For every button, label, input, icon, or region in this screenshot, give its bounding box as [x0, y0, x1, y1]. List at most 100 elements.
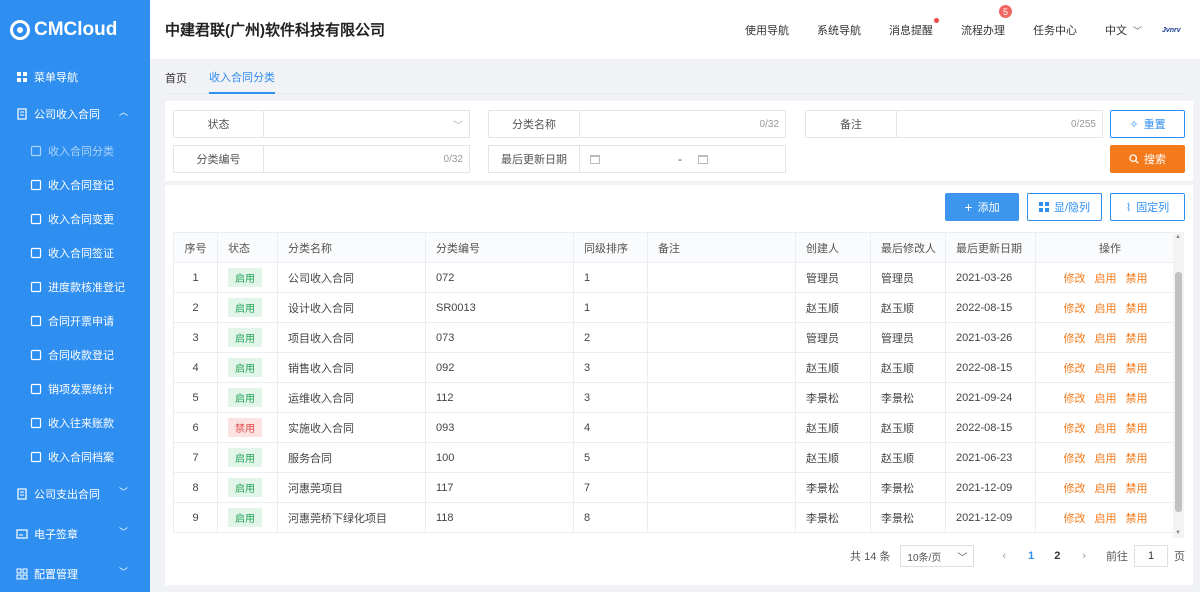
sidebar-subitem-8[interactable]: 收入往来账款 — [0, 406, 150, 440]
enable-link[interactable]: 启用 — [1095, 423, 1117, 435]
scroll-up-icon[interactable]: ▲ — [1175, 234, 1181, 240]
table-row[interactable]: 9 启用 河惠莞桥下绿化项目 118 8 李景松 李景松 2021-12-09 修改 启用 禁用 — [173, 502, 1184, 533]
header-workflow[interactable]: 流程办理 5 — [961, 5, 1012, 38]
category-code-input[interactable]: 分类编号 0/32 — [173, 145, 470, 173]
sidebar-subitem-5[interactable]: 合同开票申请 — [0, 304, 150, 338]
enable-link[interactable]: 启用 — [1095, 393, 1117, 405]
scrollbar-thumb[interactable] — [1175, 272, 1182, 512]
enable-link[interactable]: 启用 — [1095, 303, 1117, 315]
enable-link[interactable]: 启用 — [1095, 273, 1117, 285]
header-task-center[interactable]: 任务中心 — [1033, 22, 1077, 38]
disable-link[interactable]: 禁用 — [1126, 333, 1148, 345]
date-range-picker[interactable]: - — [580, 146, 785, 172]
sidebar-subitem-2[interactable]: 收入合同变更 — [0, 202, 150, 236]
sidebar-subitem-label: 合同收款登记 — [48, 350, 114, 362]
cell-creator: 赵玉顺 — [795, 292, 871, 323]
table-scrollbar[interactable]: ▲ ▼ — [1173, 232, 1184, 538]
tab-home[interactable]: 首页 — [165, 62, 187, 94]
table-viewport[interactable]: 序号 状态 分类名称 分类编号 同级排序 备注 创建人 最后修改人 最后更新日期… — [173, 232, 1184, 538]
col-header-name: 分类名称 — [277, 232, 426, 263]
table-row[interactable]: 1 启用 公司收入合同 072 1 管理员 管理员 2021-03-26 修改 启用 禁用 — [173, 262, 1184, 293]
cell-code: 100 — [425, 442, 574, 473]
enable-link[interactable]: 启用 — [1095, 363, 1117, 375]
cell-name: 实施收入合同 — [277, 412, 426, 443]
tab-income-contract-category[interactable]: 收入合同分类 — [209, 62, 275, 94]
edit-link[interactable]: 修改 — [1064, 393, 1086, 405]
edit-link[interactable]: 修改 — [1064, 423, 1086, 435]
table-row[interactable]: 5 启用 运维收入合同 112 3 李景松 李景松 2021-09-24 修改 启用 禁用 — [173, 382, 1184, 413]
header-system-nav[interactable]: 系统导航 — [817, 22, 861, 38]
enable-link[interactable]: 启用 — [1095, 453, 1117, 465]
chevron-down-icon: ﹀ — [118, 487, 128, 497]
disable-link[interactable]: 禁用 — [1126, 483, 1148, 495]
scroll-down-icon[interactable]: ▼ — [1175, 530, 1181, 536]
sidebar-menu-nav[interactable]: 菜单导航 — [0, 60, 150, 94]
edit-link[interactable]: 修改 — [1064, 363, 1086, 375]
add-button[interactable]: + 添加 — [945, 193, 1019, 221]
cell-remark — [647, 322, 796, 353]
cell-modifier: 赵玉顺 — [870, 292, 946, 323]
next-page-icon[interactable]: › — [1082, 550, 1086, 562]
table-row[interactable]: 7 启用 服务合同 100 5 赵玉顺 赵玉顺 2021-06-23 修改 启用 禁用 — [173, 442, 1184, 473]
remark-input[interactable]: 备注 0/255 — [805, 110, 1103, 138]
sidebar-subitem-3[interactable]: 收入合同签证 — [0, 236, 150, 270]
search-button[interactable]: 搜索 — [1110, 145, 1185, 173]
sidebar-subitem-label: 收入合同签证 — [48, 248, 114, 260]
enable-link[interactable]: 启用 — [1095, 333, 1117, 345]
edit-link[interactable]: 修改 — [1064, 333, 1086, 345]
edit-link[interactable]: 修改 — [1064, 483, 1086, 495]
edit-link[interactable]: 修改 — [1064, 453, 1086, 465]
disable-link[interactable]: 禁用 — [1126, 303, 1148, 315]
sidebar-group-config[interactable]: 配置管理 ﹀ — [0, 554, 150, 592]
page-size-select[interactable]: 10条/页 ﹀ — [900, 545, 975, 567]
page-1[interactable]: 1 — [1028, 550, 1034, 562]
sidebar-subitem-9[interactable]: 收入合同档案 — [0, 440, 150, 474]
disable-link[interactable]: 禁用 — [1126, 363, 1148, 375]
chevron-down-icon: ﹀ — [957, 552, 968, 564]
header-usage-nav[interactable]: 使用导航 — [745, 22, 789, 38]
cell-no: 9 — [173, 502, 218, 533]
page-2[interactable]: 2 — [1054, 550, 1060, 562]
header-messages[interactable]: 消息提醒 — [889, 18, 939, 38]
edit-link[interactable]: 修改 — [1064, 303, 1086, 315]
enable-link[interactable]: 启用 — [1095, 483, 1117, 495]
disable-link[interactable]: 禁用 — [1126, 423, 1148, 435]
sidebar-subitem-4[interactable]: 进度款核准登记 — [0, 270, 150, 304]
table-row[interactable]: 4 启用 销售收入合同 092 3 赵玉顺 赵玉顺 2022-08-15 修改 启用 禁用 — [173, 352, 1184, 383]
toggle-columns-button[interactable]: 显/隐列 — [1027, 193, 1102, 221]
company-name: 中建君联(广州)软件科技有限公司 — [165, 22, 385, 39]
edit-link[interactable]: 修改 — [1064, 273, 1086, 285]
sidebar-subitem-0[interactable]: 收入合同分类 — [0, 134, 150, 168]
disable-link[interactable]: 禁用 — [1126, 453, 1148, 465]
table-row[interactable]: 3 启用 项目收入合同 073 2 管理员 管理员 2021-03-26 修改 启用 禁用 — [173, 322, 1184, 353]
disable-link[interactable]: 禁用 — [1126, 393, 1148, 405]
yen-circle-icon — [30, 281, 42, 293]
sidebar-subitem-1[interactable]: 收入合同登记 — [0, 168, 150, 202]
sidebar-group-income-contract[interactable]: 公司收入合同 ︿ — [0, 94, 150, 134]
category-name-input[interactable]: 分类名称 0/32 — [488, 110, 786, 138]
sidebar-subitem-7[interactable]: 销项发票统计 — [0, 372, 150, 406]
avatar[interactable]: Jvnrv — [1162, 23, 1186, 37]
cell-name: 项目收入合同 — [277, 322, 426, 353]
language-select[interactable]: 中文 ﹀ — [1105, 22, 1142, 38]
update-date-range[interactable]: 最后更新日期 - — [488, 145, 786, 173]
enable-link[interactable]: 启用 — [1095, 513, 1117, 525]
fix-columns-button[interactable]: ⌇ 固定列 — [1110, 193, 1185, 221]
col-header-status: 状态 — [217, 232, 278, 263]
jump-page-input[interactable]: 1 — [1134, 545, 1168, 567]
sidebar-group-e-signature[interactable]: 电子签章 ﹀ — [0, 514, 150, 554]
table-row[interactable]: 2 启用 设计收入合同 SR0013 1 赵玉顺 赵玉顺 2022-08-15 修改 启用 禁用 — [173, 292, 1184, 323]
disable-link[interactable]: 禁用 — [1126, 513, 1148, 525]
sidebar-group-expense-contract[interactable]: 公司支出合同 ﹀ — [0, 474, 150, 514]
table-row[interactable]: 8 启用 河惠莞项目 117 7 李景松 李景松 2021-12-09 修改 启用 禁用 — [173, 472, 1184, 503]
col-header-modifier: 最后修改人 — [870, 232, 946, 263]
document-icon — [16, 488, 28, 500]
status-select[interactable]: 状态 ﹀ — [173, 110, 470, 138]
table-row[interactable]: 6 禁用 实施收入合同 093 4 赵玉顺 赵玉顺 2022-08-15 修改 启用 禁用 — [173, 412, 1184, 443]
sidebar-subitem-6[interactable]: 合同收款登记 — [0, 338, 150, 372]
reset-button[interactable]: ✧ 重置 — [1110, 110, 1185, 138]
logo[interactable]: CMCloud — [0, 0, 150, 60]
disable-link[interactable]: 禁用 — [1126, 273, 1148, 285]
edit-link[interactable]: 修改 — [1064, 513, 1086, 525]
prev-page-icon[interactable]: ‹ — [1002, 550, 1006, 562]
